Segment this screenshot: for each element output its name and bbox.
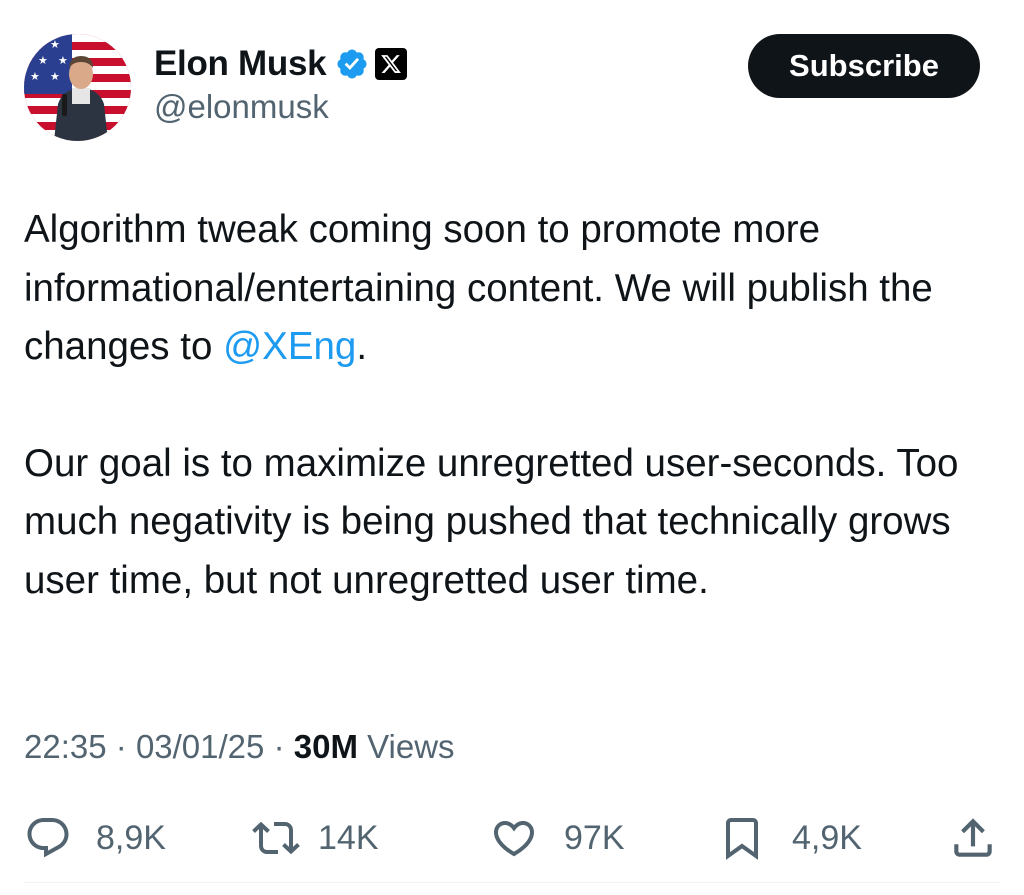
bookmark-count: 4,9K	[792, 818, 862, 857]
bookmark-icon	[718, 814, 766, 862]
svg-text:★: ★	[50, 38, 60, 51]
reply-count: 8,9K	[96, 818, 166, 857]
author-handle[interactable]: @elonmusk	[154, 88, 407, 126]
tweet-meta: 22:35 · 03/01/25 · 30M Views	[24, 728, 455, 766]
svg-text:★: ★	[58, 54, 68, 67]
meta-separator: ·	[115, 728, 127, 765]
author-name[interactable]: Elon Musk	[154, 44, 327, 84]
share-button[interactable]	[948, 806, 998, 870]
tweet-actions: 8,9K 14K 97K 4,9K	[0, 806, 1024, 870]
mention-link[interactable]: @XEng	[223, 325, 356, 368]
tweet-date[interactable]: 03/01/25	[136, 728, 264, 765]
tweet-text: Algorithm tweak coming soon to promote m…	[24, 201, 994, 610]
tweet-paragraph-2: Our goal is to maximize unregretted user…	[24, 441, 959, 602]
svg-text:★: ★	[38, 54, 48, 67]
tweet-paragraph-1: Algorithm tweak coming soon to promote m…	[24, 201, 994, 377]
avatar[interactable]: ★ ★ ★ ★ ★ ★	[24, 34, 131, 141]
x-logo-icon[interactable]	[375, 48, 408, 80]
divider	[24, 882, 1000, 883]
svg-text:★: ★	[50, 70, 60, 83]
author-block: Elon Musk @elonmusk	[154, 42, 408, 126]
repost-icon	[252, 814, 300, 862]
views-label: Views	[367, 728, 455, 765]
reply-icon	[24, 814, 72, 862]
tweet-text-part: Algorithm tweak coming soon to promote m…	[24, 208, 933, 368]
tweet-text-part: .	[356, 325, 368, 368]
tweet-time[interactable]: 22:35	[24, 728, 107, 765]
bookmark-button[interactable]: 4,9K	[718, 806, 862, 870]
subscribe-button[interactable]: Subscribe	[748, 34, 980, 98]
like-count: 97K	[564, 818, 625, 857]
verified-badge-icon[interactable]	[335, 47, 369, 81]
reply-button[interactable]: 8,9K	[24, 806, 166, 870]
svg-text:★: ★	[30, 70, 40, 83]
tweet-header: ★ ★ ★ ★ ★ ★ Elon Musk @elonmusk Subscrib…	[24, 34, 980, 144]
repost-button[interactable]: 14K	[252, 806, 379, 870]
views-count: 30M	[293, 728, 358, 765]
like-button[interactable]: 97K	[490, 806, 625, 870]
share-icon	[948, 813, 998, 863]
svg-text:★: ★	[30, 38, 40, 51]
avatar-image: ★ ★ ★ ★ ★ ★	[24, 34, 131, 141]
meta-separator: ·	[273, 728, 285, 765]
author-name-row: Elon Musk	[154, 42, 408, 86]
repost-count: 14K	[318, 818, 379, 857]
like-icon	[490, 814, 538, 862]
